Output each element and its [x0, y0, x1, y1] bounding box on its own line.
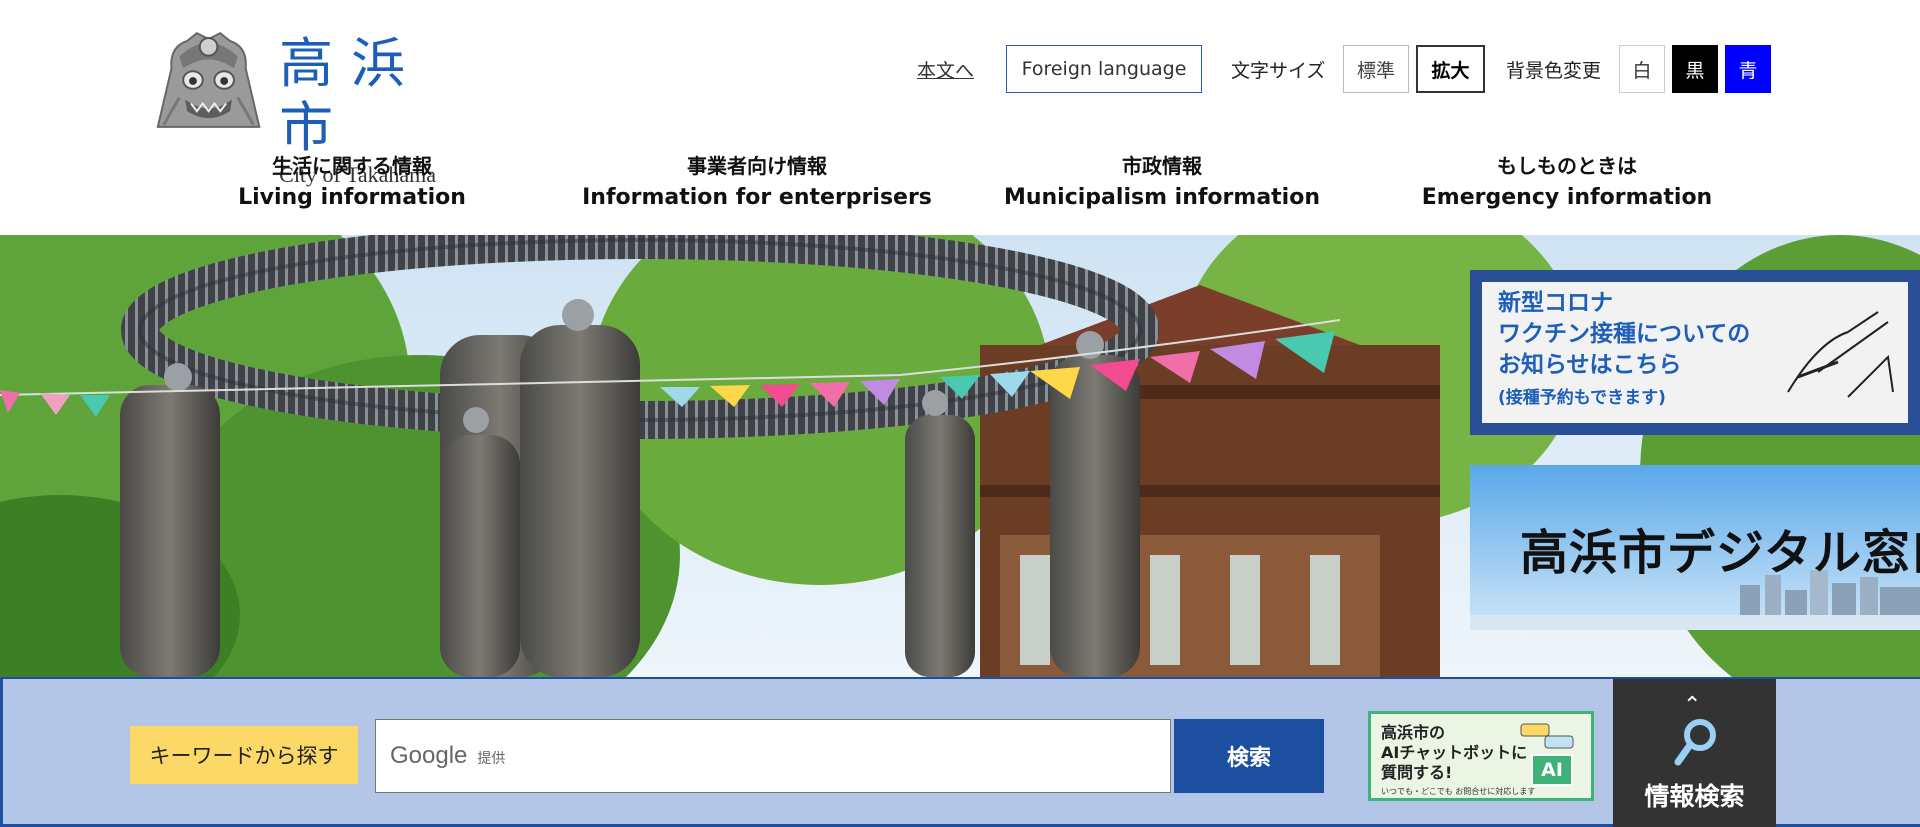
bg-white-button[interactable]: 白	[1619, 45, 1665, 93]
nav-label-en: Information for enterprisers	[582, 185, 932, 210]
nav-enterprise-information[interactable]: 事業者向け情報 Information for enterprisers	[582, 150, 932, 214]
global-nav: 生活に関する情報 Living information 事業者向け情報 Info…	[0, 150, 1920, 220]
ai-chatbot-banner[interactable]: 高浜市の AIチャットボットに 質問する! いつでも・どこでも お問合せに対応し…	[1368, 711, 1594, 801]
nav-label-jp: もしものときは	[1497, 154, 1637, 178]
search-bar: キーワードから探す Google 提供 検索 高浜市の AIチャットボットに 質…	[0, 677, 1920, 827]
nav-emergency-information[interactable]: もしものときは Emergency information	[1412, 150, 1722, 214]
ai-banner-line: AIチャットボットに	[1381, 743, 1528, 762]
page: 高浜市 City of Takahama 本文へ Foreign languag…	[0, 0, 1920, 827]
skip-to-content-link[interactable]: 本文へ	[917, 45, 974, 93]
ai-badge: AI	[1531, 754, 1573, 786]
nav-label-jp: 市政情報	[1122, 154, 1202, 178]
syringe-illustration-icon	[1787, 311, 1894, 398]
ai-banner-text: 高浜市の AIチャットボットに 質問する!	[1381, 723, 1527, 783]
chevron-up-icon: ⌃	[1683, 693, 1702, 718]
site-logo[interactable]: 高浜市 City of Takahama	[150, 28, 490, 187]
digital-banner-title: 高浜市デジタル窓口	[1520, 525, 1920, 581]
background-color-label: 背景色変更	[1506, 59, 1602, 82]
bg-black-button[interactable]: 黒	[1672, 45, 1718, 93]
ai-banner-line: 質問する!	[1381, 763, 1453, 782]
nav-living-information[interactable]: 生活に関する情報 Living information	[202, 150, 502, 214]
font-size-standard-button[interactable]: 標準	[1343, 45, 1409, 93]
font-size-label: 文字サイズ	[1231, 59, 1326, 82]
nav-municipal-information[interactable]: 市政情報 Municipalism information	[1002, 150, 1322, 214]
nav-label-en: Municipalism information	[1003, 185, 1321, 210]
nav-label-jp: 生活に関する情報	[272, 154, 432, 178]
logo-title: 高浜市	[279, 32, 424, 159]
keyword-search-label: キーワードから探す	[130, 726, 358, 784]
search-button[interactable]: 検索	[1174, 719, 1324, 793]
nav-label-jp: 事業者向け情報	[687, 154, 827, 178]
chat-bubbles-icon	[1520, 723, 1574, 749]
site-header: 高浜市 City of Takahama 本文へ Foreign languag…	[0, 0, 1920, 235]
info-search-label: 情報検索	[1644, 782, 1745, 811]
corona-banner-body: 新型コロナ ワクチン接種についての お知らせはこちら (接種予約もできます)	[1482, 282, 1908, 423]
foreign-language-button[interactable]: Foreign language	[1006, 45, 1202, 93]
ai-banner-small-text: いつでも・どこでも お問合せに対応します	[1381, 787, 1536, 796]
corona-vaccine-banner[interactable]: 新型コロナ ワクチン接種についての お知らせはこちら (接種予約もできます)	[1470, 270, 1920, 435]
font-size-large-button[interactable]: 拡大	[1416, 45, 1485, 93]
onigawara-mascot-icon	[156, 32, 261, 128]
info-search-toggle[interactable]: ⌃ 情報検索	[1613, 679, 1776, 827]
ai-banner-line: 高浜市の	[1381, 723, 1446, 742]
nav-label-en: Living information	[238, 185, 466, 210]
nav-label-en: Emergency information	[1421, 185, 1713, 210]
hero-image: 新型コロナ ワクチン接種についての お知らせはこちら (接種予約もできます) 高…	[0, 235, 1920, 677]
digital-window-banner[interactable]: 高浜市デジタル窓口	[1470, 465, 1920, 630]
google-wordmark: Google	[390, 742, 468, 769]
powered-by-label: 提供	[477, 751, 506, 767]
magnifier-icon	[1674, 719, 1716, 766]
search-input[interactable]: Google 提供	[375, 719, 1171, 793]
bg-blue-button[interactable]: 青	[1725, 45, 1771, 93]
